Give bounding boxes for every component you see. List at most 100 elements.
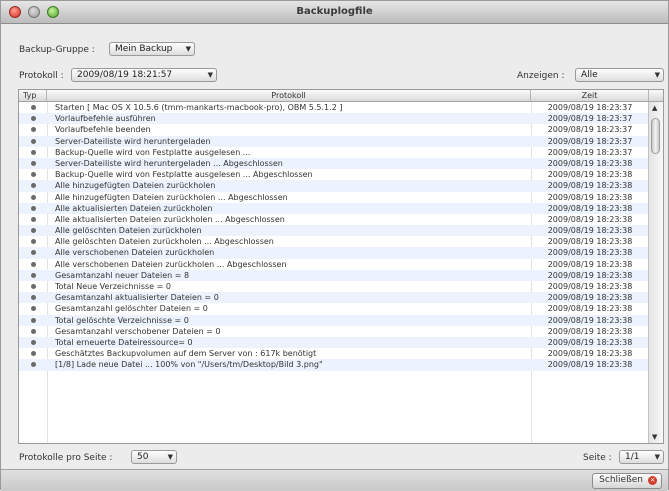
table-row[interactable]: Alle aktualisierten Dateien zurückholen 2… [19,202,649,214]
table-row[interactable]: Starten [ Mac OS X 10.5.6 (tmm-mankarts-… [19,102,649,113]
info-bullet-icon [31,362,36,368]
row-time: 2009/08/19 18:23:38 [547,259,633,269]
window-title: Backuplogfile [296,6,373,17]
table-row[interactable]: Total gelöschte Verzeichnisse = 0 2009/08… [19,314,649,326]
bottom-bar: Schließen × [1,469,668,491]
table-row[interactable]: Alle hinzugefügten Dateien zurückholen .… [19,192,649,203]
row-message: Server-Dateiliste wird heruntergeladen [55,136,211,146]
info-bullet-icon [31,149,36,155]
row-time: 2009/08/19 18:23:38 [547,293,633,303]
table-row[interactable]: Alle aktualisierten Dateien zurückholen … [19,214,649,225]
row-message: Alle hinzugefügten Dateien zurückholen [55,181,216,191]
info-bullet-icon [31,284,36,289]
table-row[interactable]: Server-Dateiliste wird heruntergeladen 20… [19,135,649,147]
row-time: 2009/08/19 18:23:38 [547,226,633,236]
row-message: Geschätztes Backupvolumen auf dem Server… [55,349,317,359]
info-bullet-icon [31,250,36,256]
info-bullet-icon [31,160,36,166]
info-bullet-icon [31,306,36,312]
row-message: Gesamtanzahl neuer Dateien = 8 [55,270,190,280]
scroll-thumb[interactable] [651,118,660,154]
row-message: Alle verschobenen Dateien zurückholen [55,248,215,258]
table-row[interactable]: Vorlaufbefehle ausführen 2009/08/19 18:23… [19,113,649,125]
table-row[interactable]: Alle verschobenen Dateien zurückholen 200… [19,247,649,259]
table-row[interactable]: Backup-Quelle wird von Festplatte ausgel… [19,147,649,158]
chevron-down-icon: ▼ [185,45,191,53]
row-time: 2009/08/19 18:23:38 [547,170,633,180]
table-row[interactable]: Geschätztes Backupvolumen auf dem Server… [19,348,649,359]
row-message: Vorlaufbefehle ausführen [55,114,156,124]
info-bullet-icon [31,328,36,334]
table-row[interactable]: Alle verschobenen Dateien zurückholen ..… [19,259,649,270]
row-time: 2009/08/19 18:23:38 [547,203,633,213]
table-row[interactable]: Total erneuerte Dateiressource= 0 2009/08… [19,336,649,349]
close-button[interactable]: Schließen × [592,473,662,489]
table-row[interactable]: Vorlaufbefehle beenden 2009/08/19 18:23:3… [19,124,649,135]
table-row[interactable]: Gesamtanzahl aktualisierter Dateien = 0 2… [19,292,649,304]
table-row[interactable]: Alle gelöschten Dateien zurückholen 2009/… [19,225,649,237]
column-header-time[interactable]: Zeit [531,90,649,101]
table-row[interactable]: Alle hinzugefügten Dateien zurückholen 20… [19,180,649,192]
filter-select[interactable]: Alle ▼ [575,68,664,82]
page-select[interactable]: 1/1 ▼ [619,450,664,464]
column-header-protocol[interactable]: Protokoll [47,90,531,101]
row-message: Server-Dateiliste wird heruntergeladen .… [55,158,283,168]
row-time: 2009/08/19 18:23:38 [547,181,633,191]
row-message: Backup-Quelle wird von Festplatte ausgel… [55,147,251,157]
row-time: 2009/08/19 18:23:38 [547,337,633,347]
table-row[interactable]: Gesamtanzahl neuer Dateien = 8 2009/08/19… [19,269,649,281]
protocol-value: 2009/08/19 18:21:57 [77,70,173,80]
row-message: Alle gelöschten Dateien zurückholen [55,226,202,236]
table-row[interactable]: [1/8] Lade neue Datei ... 100% von "/Use… [19,359,649,371]
row-time: 2009/08/19 18:23:38 [547,315,633,325]
info-bullet-icon [31,116,36,122]
chevron-down-icon: ▼ [207,71,213,79]
row-time: 2009/08/19 18:23:37 [547,125,633,135]
row-message: Alle aktualisierten Dateien zurückholen … [55,214,285,224]
info-bullet-icon [31,317,36,323]
table-row[interactable]: Gesamtanzahl verschobener Dateien = 0 200… [19,326,649,337]
table-row[interactable]: Server-Dateiliste wird heruntergeladen .… [19,157,649,170]
row-time: 2009/08/19 18:23:38 [547,214,633,224]
table-row[interactable]: Gesamtanzahl gelöschter Dateien = 0 2009/… [19,303,649,314]
row-time: 2009/08/19 18:23:38 [547,282,633,291]
table-header: Typ Protokoll Zeit [19,90,663,102]
row-message: Alle aktualisierten Dateien zurückholen [55,203,213,213]
row-time: 2009/08/19 18:23:38 [547,349,633,359]
table-row[interactable]: Total Neue Verzeichnisse = 0 2009/08/19 1… [19,281,649,292]
table-row[interactable]: Alle gelöschten Dateien zurückholen ... … [19,236,649,247]
title-bar: Backuplogfile [1,1,668,24]
info-bullet-icon [31,261,36,267]
vertical-scrollbar[interactable]: ▲ ▼ [648,102,663,443]
scroll-down-icon[interactable]: ▼ [652,433,657,441]
info-bullet-icon [31,339,36,345]
row-message: Vorlaufbefehle beenden [55,125,151,135]
protocol-select[interactable]: 2009/08/19 18:21:57 ▼ [71,68,217,82]
page-value: 1/1 [625,452,640,462]
scroll-up-icon[interactable]: ▲ [652,104,657,112]
table-row[interactable]: Backup-Quelle wird von Festplatte ausgel… [19,169,649,180]
info-bullet-icon [31,127,36,133]
per-page-select[interactable]: 50 ▼ [131,450,177,464]
row-message: Total Neue Verzeichnisse = 0 [55,282,171,291]
info-bullet-icon [31,228,36,234]
info-bullet-icon [31,295,36,301]
row-message: Gesamtanzahl aktualisierter Dateien = 0 [55,293,219,303]
filter-label: Anzeigen : [517,71,565,81]
row-time: 2009/08/19 18:23:37 [547,114,633,124]
info-bullet-icon [31,105,36,110]
log-table: Typ Protokoll Zeit Starten [ Mac OS X 10… [18,89,664,444]
info-bullet-icon [31,194,36,200]
page-label: Seite : [583,453,612,463]
backup-group-select[interactable]: Mein Backup ▼ [109,42,195,56]
info-bullet-icon [31,183,36,189]
per-page-value: 50 [137,452,149,462]
row-time: 2009/08/19 18:23:38 [547,237,633,247]
column-header-type[interactable]: Typ [19,90,47,101]
protocol-label: Protokoll : [19,71,64,81]
row-message: Total erneuerte Dateiressource= 0 [55,337,193,347]
info-bullet-icon [31,205,36,211]
row-time: 2009/08/19 18:23:38 [547,304,633,314]
info-bullet-icon [31,216,36,222]
row-time: 2009/08/19 18:23:38 [547,192,633,202]
